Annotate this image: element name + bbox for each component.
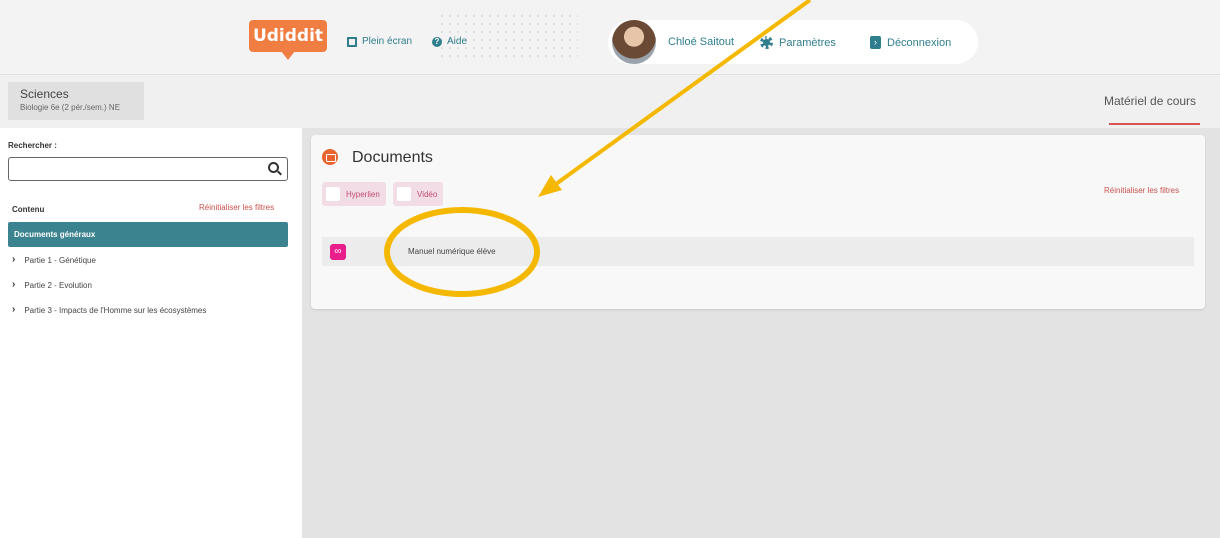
chevron-right-icon: › bbox=[12, 279, 16, 290]
filter-hyperlink[interactable]: Hyperlien bbox=[322, 182, 386, 206]
settings-button[interactable]: Paramètres bbox=[760, 36, 836, 49]
content-label: Contenu bbox=[12, 205, 45, 214]
fullscreen-icon bbox=[347, 36, 357, 47]
help-icon: ? bbox=[432, 36, 442, 47]
chevron-right-icon: › bbox=[12, 254, 16, 265]
checkbox-icon bbox=[326, 187, 340, 201]
help-button[interactable]: ? Aide bbox=[432, 36, 467, 47]
link-icon: ∞ bbox=[330, 244, 346, 260]
sidebar-item-general-documents[interactable]: Documents généraux bbox=[8, 222, 288, 247]
settings-label: Paramètres bbox=[779, 36, 836, 49]
sidebar-item-label: Partie 1 - Génétique bbox=[24, 255, 96, 265]
logout-icon: › bbox=[870, 36, 881, 49]
tab-course-material[interactable]: Matériel de cours bbox=[1104, 94, 1196, 108]
sidebar-item-label: Partie 3 - Impacts de l'Homme sur les éc… bbox=[24, 305, 207, 315]
sidebar-item-partie-1[interactable]: › Partie 1 - Génétique bbox=[12, 255, 96, 265]
avatar[interactable] bbox=[612, 20, 656, 64]
fullscreen-button[interactable]: Plein écran bbox=[347, 36, 412, 47]
user-name: Chloé Saitout bbox=[668, 36, 735, 48]
sidebar-item-partie-3[interactable]: › Partie 3 - Impacts de l'Homme sur les … bbox=[12, 305, 206, 315]
sidebar-item-partie-2[interactable]: › Partie 2 - Evolution bbox=[12, 280, 92, 290]
logout-button[interactable]: › Déconnexion bbox=[870, 36, 951, 49]
chevron-right-icon: › bbox=[12, 304, 16, 315]
sidebar bbox=[0, 128, 302, 538]
help-label: Aide bbox=[447, 36, 468, 47]
search-icon[interactable] bbox=[268, 162, 279, 173]
fullscreen-label: Plein écran bbox=[362, 36, 413, 47]
reset-filters-link-sidebar[interactable]: Réinitialiser les filtres bbox=[199, 203, 274, 212]
documents-icon bbox=[322, 149, 338, 165]
search-input[interactable] bbox=[8, 157, 288, 181]
course-selector[interactable]: Sciences Biologie 6e (2 pér./sem.) NE bbox=[8, 82, 144, 120]
tab-active-underline bbox=[1109, 123, 1200, 125]
checkbox-icon bbox=[397, 187, 411, 201]
filter-label: Vidéo bbox=[417, 189, 438, 199]
filter-label: Hyperlien bbox=[346, 189, 380, 199]
logo-tail bbox=[281, 51, 295, 60]
filter-video[interactable]: Vidéo bbox=[393, 182, 444, 206]
course-subtitle: Biologie 6e (2 pér./sem.) NE bbox=[20, 103, 121, 112]
documents-panel bbox=[311, 135, 1205, 309]
document-title[interactable]: Manuel numérique élève bbox=[408, 247, 496, 256]
udiddit-logo[interactable]: Udiddit bbox=[249, 20, 327, 52]
user-name-link[interactable]: Chloé Saitout bbox=[668, 36, 734, 48]
logout-label: Déconnexion bbox=[887, 36, 952, 49]
gear-icon bbox=[760, 36, 773, 49]
search-label: Rechercher : bbox=[8, 141, 57, 150]
course-title: Sciences bbox=[20, 87, 69, 101]
reset-filters-link-main[interactable]: Réinitialiser les filtres bbox=[1104, 186, 1179, 195]
course-bar bbox=[0, 74, 1220, 128]
sidebar-item-label: Partie 2 - Evolution bbox=[24, 280, 92, 290]
section-title: Documents bbox=[352, 149, 433, 166]
